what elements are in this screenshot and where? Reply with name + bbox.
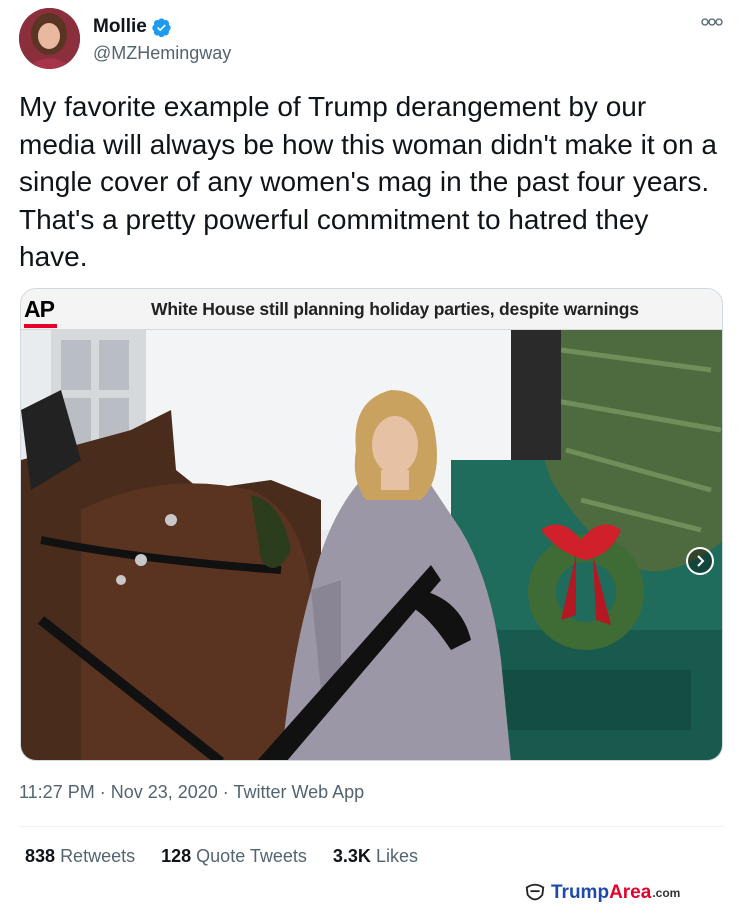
tweet-text: My favorite example of Trump derangement…: [19, 91, 717, 272]
retweets-stat[interactable]: 838 Retweets: [25, 846, 135, 867]
trumparea-logo-icon: [525, 883, 545, 901]
trumparea-watermark: TrumpArea .com: [524, 882, 680, 904]
quote-tweets-count: 128: [161, 846, 192, 866]
likes-label: Likes: [375, 846, 418, 866]
likes-count: 3.3K: [332, 846, 371, 866]
chevron-right-icon[interactable]: [686, 547, 714, 575]
more-options-icon[interactable]: [701, 14, 723, 31]
engagement-stats: 838 Retweets 128 Quote Tweets 3.3K Likes: [25, 846, 444, 867]
ap-logo: AP: [24, 296, 55, 322]
tweet-timestamp[interactable]: 11:27 PM · Nov 23, 2020 · Twitter Web Ap…: [19, 782, 364, 803]
ap-headline-bar: AP White House still planning holiday pa…: [21, 289, 722, 330]
quote-tweets-stat[interactable]: 128 Quote Tweets: [161, 846, 307, 867]
media-card[interactable]: AP White House still planning holiday pa…: [20, 288, 723, 761]
retweets-label: Retweets: [60, 846, 136, 866]
likes-stat[interactable]: 3.3K Likes: [333, 846, 418, 867]
tweet-header: Mollie @MZHemingway: [19, 8, 729, 72]
verified-badge-icon: [152, 17, 171, 37]
retweets-count: 838: [25, 846, 56, 866]
watermark-brand: TrumpArea: [551, 882, 651, 904]
news-photo[interactable]: [21, 330, 723, 761]
ap-headline: White House still planning holiday parti…: [151, 299, 639, 319]
avatar[interactable]: [19, 8, 80, 69]
author-handle[interactable]: @MZHemingway: [93, 43, 231, 64]
watermark-tld: .com: [652, 886, 681, 900]
divider: [19, 826, 724, 827]
ap-logo-underline: [24, 324, 57, 328]
quote-tweets-label: Quote Tweets: [196, 846, 307, 866]
watermark-area: Area: [609, 882, 652, 903]
watermark-trump: Trump: [551, 882, 610, 903]
author-name[interactable]: Mollie: [93, 16, 147, 38]
